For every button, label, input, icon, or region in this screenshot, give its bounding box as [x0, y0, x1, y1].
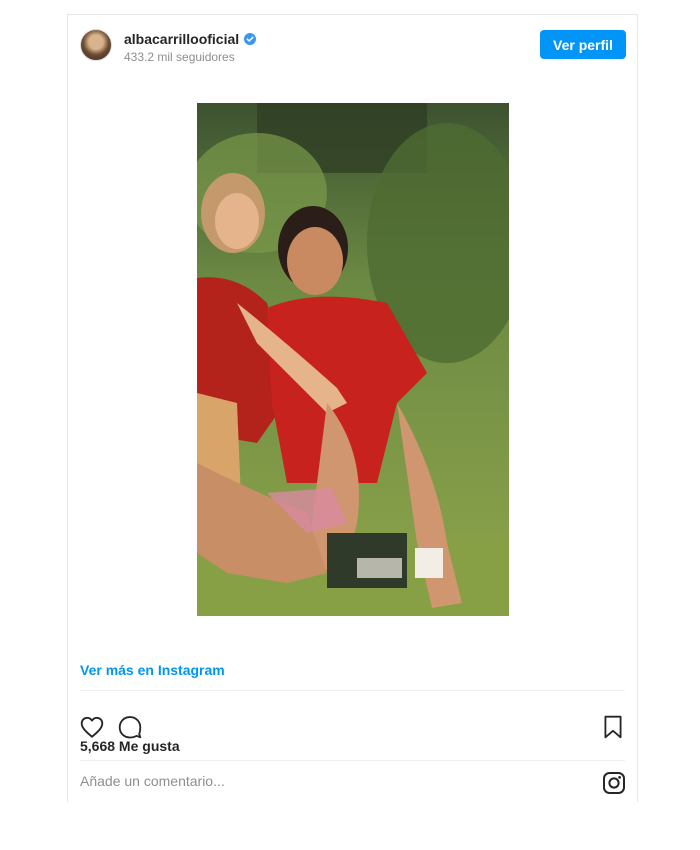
post-photo[interactable] [197, 103, 509, 616]
likes-count[interactable]: 5,668 Me gusta [80, 738, 180, 754]
divider [80, 760, 625, 761]
followers-count: 433.2 mil seguidores [124, 50, 235, 64]
view-more-on-instagram-link[interactable]: Ver más en Instagram [80, 662, 225, 678]
verified-badge-icon [244, 33, 257, 45]
post-photo-illustration [197, 103, 509, 616]
heart-icon[interactable] [79, 714, 105, 740]
view-profile-button[interactable]: Ver perfil [540, 30, 626, 59]
bookmark-icon[interactable] [600, 714, 626, 740]
instagram-icon[interactable] [602, 771, 626, 795]
divider [80, 690, 625, 691]
comment-icon[interactable] [117, 714, 143, 740]
avatar[interactable] [80, 29, 112, 61]
post-header: albacarrillooficial 433.2 mil seguidores… [68, 15, 637, 75]
username-row: albacarrillooficial [124, 31, 257, 47]
username-link[interactable]: albacarrillooficial [124, 31, 239, 47]
post-actions [68, 701, 637, 741]
add-comment-input[interactable] [80, 773, 580, 789]
post-media[interactable] [68, 75, 637, 661]
instagram-embed-card: albacarrillooficial 433.2 mil seguidores… [67, 14, 638, 802]
